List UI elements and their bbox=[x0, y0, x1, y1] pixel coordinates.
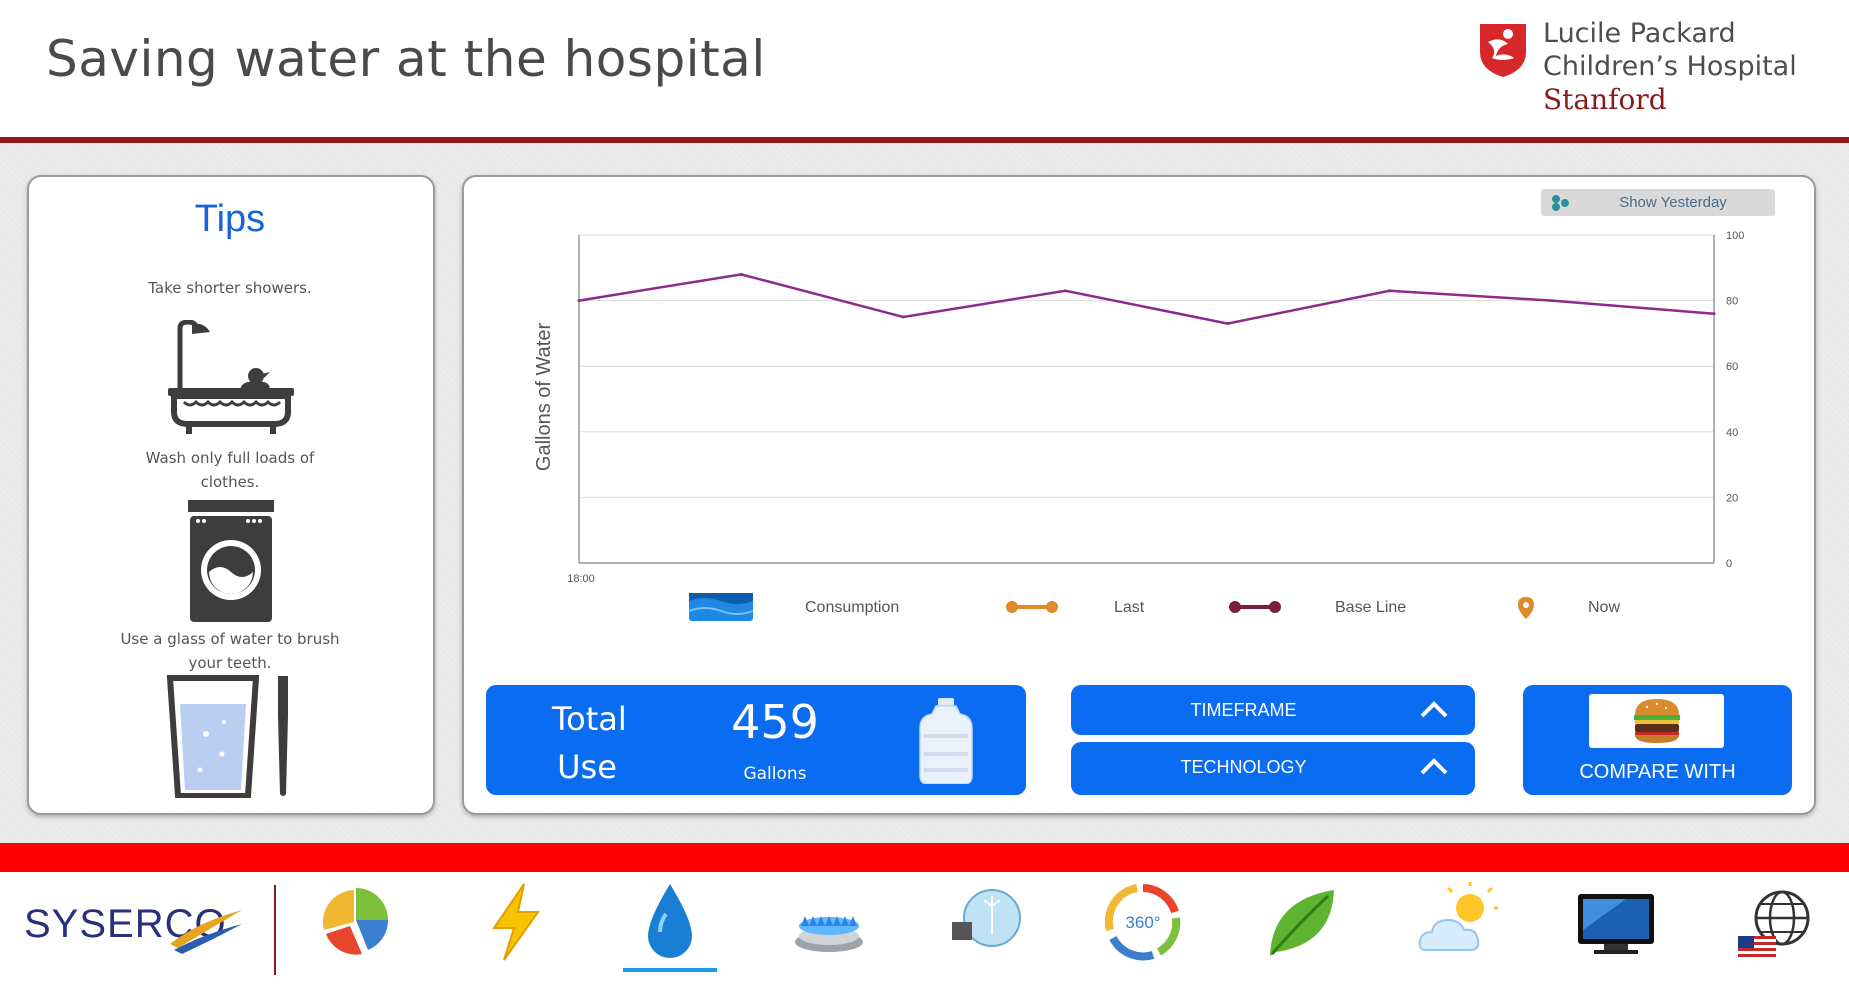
tip-text-laundry: Wash only full loads of clothes. bbox=[145, 449, 315, 491]
total-use-value: 459 bbox=[731, 695, 819, 749]
baseline-series-point bbox=[1388, 289, 1392, 293]
logo-text-line-3: Stanford bbox=[1543, 83, 1667, 116]
footer-divider bbox=[274, 885, 276, 975]
lightbulb-icon[interactable] bbox=[944, 882, 1024, 962]
legend-consumption-icon bbox=[688, 593, 754, 621]
leaf-icon[interactable] bbox=[1262, 882, 1342, 962]
globe-icon[interactable] bbox=[1734, 882, 1814, 962]
chart-y-axis-label: Gallons of Water bbox=[533, 323, 555, 472]
baseline-series-point bbox=[901, 315, 905, 319]
washing-machine-icon bbox=[188, 500, 274, 622]
page-title: Saving water at the hospital bbox=[46, 30, 766, 88]
tips-title: Tips bbox=[194, 198, 266, 240]
chart-y-tick-label: 100 bbox=[1726, 230, 1744, 242]
us-flag-icon bbox=[1738, 936, 1776, 958]
legend-now-label: Now bbox=[1588, 599, 1620, 616]
glass-toothbrush-icon bbox=[166, 675, 288, 798]
chart-y-tick-label: 80 bbox=[1726, 296, 1738, 308]
technology-button[interactable]: TECHNOLOGY bbox=[1071, 742, 1475, 795]
syserco-swoosh-icon bbox=[170, 910, 242, 954]
logo-text-line-1: Lucile Packard bbox=[1543, 18, 1736, 49]
chart-gridlines bbox=[579, 234, 1714, 498]
baseline-series-point bbox=[1550, 299, 1554, 303]
baseline-series-line bbox=[578, 273, 1715, 325]
bathtub-icon bbox=[168, 320, 294, 434]
monitor-icon[interactable] bbox=[1576, 882, 1656, 962]
weather-icon[interactable] bbox=[1418, 882, 1498, 962]
legend-now-icon bbox=[1518, 597, 1534, 619]
consumption-chart: 0 20 40 60 80 100 Gallons of Water 18:00 Cons… bbox=[533, 230, 1744, 621]
total-use-unit: Gallons bbox=[743, 764, 807, 784]
legend-baseline-icon bbox=[1229, 601, 1281, 613]
footer-nav bbox=[0, 872, 1849, 985]
water-bottle-icon bbox=[919, 698, 973, 784]
technology-label: TECHNOLOGY bbox=[1180, 757, 1307, 777]
chart-y-ticks: 0 20 40 60 80 100 bbox=[1726, 230, 1744, 570]
chart-x-tick-label: 18:00 bbox=[567, 573, 595, 585]
hospital-logo-icon bbox=[1480, 24, 1526, 77]
water-drop-icon[interactable] bbox=[630, 882, 710, 962]
legend-consumption-label: Consumption bbox=[805, 599, 899, 616]
pie-chart-icon[interactable] bbox=[320, 882, 400, 962]
chart-y-tick-label: 60 bbox=[1726, 361, 1738, 373]
timeframe-label: TIMEFRAME bbox=[1190, 700, 1297, 720]
baseline-series-point bbox=[1712, 312, 1716, 316]
legend-baseline-label: Base Line bbox=[1335, 599, 1406, 616]
gas-burner-icon[interactable] bbox=[789, 882, 869, 962]
legend-last-label: Last bbox=[1114, 599, 1145, 616]
total-use-label: Total Use bbox=[552, 695, 627, 791]
baseline-series-point bbox=[1063, 289, 1067, 293]
chart-y-tick-label: 0 bbox=[1726, 558, 1732, 570]
compare-item-card[interactable] bbox=[1589, 694, 1724, 748]
nav-active-indicator bbox=[623, 968, 717, 972]
baseline-series-point bbox=[577, 299, 581, 303]
compare-with-label: COMPARE WITH bbox=[1579, 761, 1736, 783]
lightning-icon[interactable] bbox=[476, 882, 556, 962]
baseline-series-point bbox=[1226, 322, 1230, 326]
chevron-up-icon bbox=[1420, 758, 1448, 775]
legend-last-icon bbox=[1006, 601, 1058, 613]
chart-y-tick-label: 40 bbox=[1726, 427, 1738, 439]
logo-text-line-2: Children’s Hospital bbox=[1543, 51, 1797, 82]
footer-red-bar bbox=[0, 843, 1849, 872]
tip-text-brushing: Use a glass of water to brush your teeth… bbox=[120, 630, 340, 672]
tip-text-showers: Take shorter showers. bbox=[148, 279, 312, 297]
timeframe-button[interactable]: TIMEFRAME bbox=[1071, 685, 1475, 735]
baseline-series-point bbox=[739, 272, 743, 276]
360-icon-label: 360° bbox=[1125, 913, 1160, 932]
360-icon[interactable]: 360° bbox=[1103, 882, 1183, 962]
total-use-label-line1: Total bbox=[552, 700, 627, 738]
chevron-up-icon bbox=[1420, 701, 1448, 718]
total-use-label-line2: Use bbox=[557, 748, 617, 786]
burger-icon bbox=[1634, 699, 1680, 743]
chart-y-tick-label: 20 bbox=[1726, 492, 1738, 504]
